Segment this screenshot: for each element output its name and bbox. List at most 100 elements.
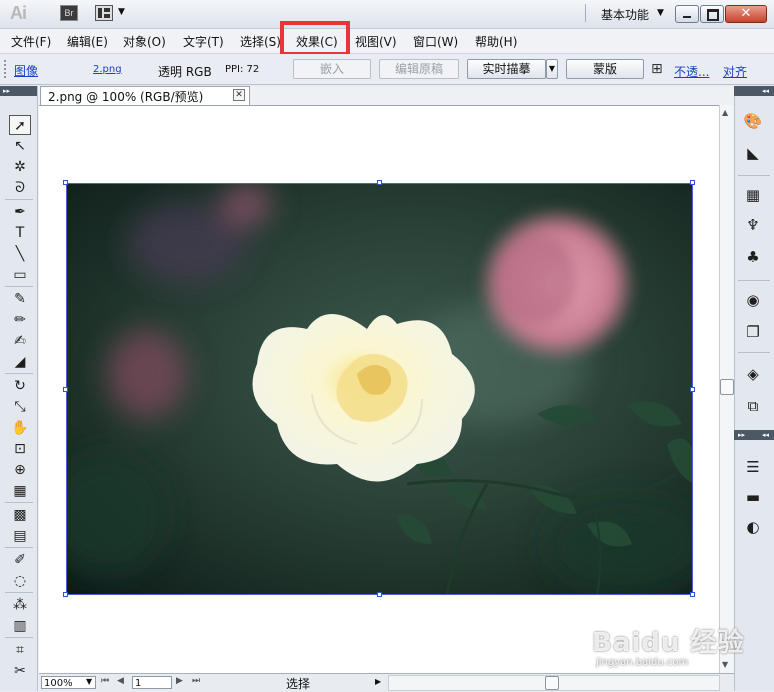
- type-tool-icon[interactable]: T: [9, 223, 31, 243]
- close-tab-icon[interactable]: ✕: [233, 89, 245, 101]
- paintbrush-tool-icon[interactable]: ✎: [9, 289, 31, 309]
- ppi-label: PPI: 72: [225, 64, 260, 75]
- scale-tool-icon[interactable]: ⤡: [9, 397, 31, 417]
- edit-original-button[interactable]: 编辑原稿: [379, 59, 459, 79]
- embed-button[interactable]: 嵌入: [293, 59, 371, 79]
- rectangle-tool-icon[interactable]: ▭: [9, 265, 31, 285]
- symbol-sprayer-tool-icon[interactable]: ⁂: [9, 595, 31, 615]
- bridge-button[interactable]: Br: [60, 5, 78, 21]
- gradient-tool-icon[interactable]: ▤: [9, 526, 31, 546]
- gradient-panel-icon[interactable]: ▬: [742, 486, 764, 508]
- symbols-panel-icon[interactable]: ♣: [742, 246, 764, 268]
- brushes-panel-icon[interactable]: ♆: [742, 214, 764, 236]
- column-graph-tool-icon[interactable]: ▥: [9, 616, 31, 636]
- selection-handle[interactable]: [690, 180, 695, 185]
- menu-help[interactable]: 帮助(H): [475, 33, 517, 50]
- minimize-button[interactable]: [675, 5, 699, 23]
- panel-grip-icon[interactable]: [4, 60, 10, 78]
- blend-tool-icon[interactable]: ◌: [9, 571, 31, 591]
- menu-type[interactable]: 文字(T): [183, 33, 224, 50]
- selection-handle[interactable]: [377, 592, 382, 597]
- selection-handle[interactable]: [63, 180, 68, 185]
- pen-tool-icon[interactable]: ✒: [9, 202, 31, 222]
- artboard-tool-icon[interactable]: ⌗: [9, 640, 31, 660]
- selection-handle[interactable]: [63, 387, 68, 392]
- swatches-panel-icon[interactable]: ▦: [742, 184, 764, 206]
- status-menu-icon[interactable]: ▶: [375, 677, 381, 686]
- selection-handle[interactable]: [690, 592, 695, 597]
- maximize-button[interactable]: [700, 5, 724, 23]
- vertical-scroll-thumb[interactable]: [720, 379, 734, 395]
- rose-photo: [67, 184, 692, 594]
- dock-header[interactable]: ◂◂: [734, 86, 774, 96]
- color-guide-panel-icon[interactable]: ◣: [742, 142, 764, 164]
- arrange-documents-icon[interactable]: [95, 5, 113, 21]
- last-artboard-icon[interactable]: ⏭: [192, 676, 200, 686]
- artboards-panel-icon[interactable]: ⧉: [742, 395, 764, 417]
- chevron-down-icon[interactable]: ▼: [657, 8, 664, 18]
- menu-select[interactable]: 选择(S): [240, 33, 281, 50]
- eyedropper-tool-icon[interactable]: ✐: [9, 550, 31, 570]
- first-artboard-icon[interactable]: ⏮: [101, 676, 109, 686]
- magic-wand-tool-icon[interactable]: ✲: [9, 157, 31, 177]
- selection-tool-icon[interactable]: ➚: [9, 115, 31, 135]
- chevron-down-icon: ▼: [548, 64, 556, 73]
- opacity-link[interactable]: 不透...: [674, 63, 709, 80]
- object-type-link[interactable]: 图像: [14, 62, 38, 79]
- menu-object[interactable]: 对象(O): [123, 33, 166, 50]
- close-window-button[interactable]: ✕: [725, 5, 767, 23]
- slice-tool-icon[interactable]: ✂: [9, 661, 31, 681]
- annotation-highlight-box: [280, 21, 350, 56]
- align-link[interactable]: 对齐: [723, 63, 747, 80]
- mask-button[interactable]: 蒙版: [566, 59, 644, 79]
- workspace-switcher[interactable]: 基本功能: [601, 6, 649, 23]
- live-trace-button[interactable]: 实时描摹: [467, 59, 546, 79]
- status-tool-label[interactable]: 选择: [286, 675, 310, 692]
- lasso-tool-icon[interactable]: ᘐ: [9, 178, 31, 198]
- shape-builder-tool-icon[interactable]: ⊕: [9, 460, 31, 480]
- tool-group-divider: [5, 373, 33, 374]
- chevron-down-icon[interactable]: ▼: [118, 7, 125, 17]
- linked-file-link[interactable]: 2.png: [93, 64, 122, 75]
- selection-handle[interactable]: [690, 387, 695, 392]
- pencil-tool-icon[interactable]: ✏: [9, 310, 31, 330]
- watermark-logo-text: Baidu 经验: [592, 628, 745, 658]
- previous-artboard-icon[interactable]: ◀: [117, 676, 124, 686]
- line-tool-icon[interactable]: ╲: [9, 244, 31, 264]
- document-tab-title[interactable]: 2.png @ 100% (RGB/预览): [48, 88, 203, 105]
- menu-file[interactable]: 文件(F): [11, 33, 51, 50]
- dock-header[interactable]: ▸▸ ◂◂: [734, 430, 774, 440]
- direct-selection-tool-icon[interactable]: ↖: [9, 136, 31, 156]
- transform-icon[interactable]: ⊞: [651, 61, 663, 77]
- collapse-panel-icon[interactable]: ▸▸: [3, 86, 10, 96]
- menu-window[interactable]: 窗口(W): [413, 33, 458, 50]
- panel-group-divider: [738, 280, 770, 281]
- appearance-panel-icon[interactable]: ❐: [742, 321, 764, 343]
- tool-group-divider: [5, 199, 33, 200]
- blob-brush-tool-icon[interactable]: ✍: [9, 331, 31, 351]
- mesh-tool-icon[interactable]: ▩: [9, 505, 31, 525]
- free-transform-tool-icon[interactable]: ⊡: [9, 439, 31, 459]
- color-panel-icon[interactable]: 🎨: [742, 110, 764, 132]
- selection-handle[interactable]: [63, 592, 68, 597]
- trace-options-dropdown[interactable]: ▼: [546, 59, 558, 79]
- selection-handle[interactable]: [377, 180, 382, 185]
- app-logo: Ai: [10, 3, 27, 23]
- menu-edit[interactable]: 编辑(E): [67, 33, 108, 50]
- placed-image[interactable]: [66, 183, 693, 595]
- perspective-grid-tool-icon[interactable]: ▦: [9, 481, 31, 501]
- horizontal-scroll-thumb[interactable]: [545, 676, 559, 690]
- rotate-tool-icon[interactable]: ↻: [9, 376, 31, 396]
- warp-tool-icon[interactable]: ✋: [9, 418, 31, 438]
- layers-panel-icon[interactable]: ◈: [742, 363, 764, 385]
- transparency-panel-icon[interactable]: ◐: [742, 516, 764, 538]
- tool-group-divider: [5, 592, 33, 593]
- stroke-panel-icon[interactable]: ☰: [742, 456, 764, 478]
- next-artboard-icon[interactable]: ▶: [176, 676, 183, 686]
- artboard-number-field[interactable]: 1: [132, 676, 172, 689]
- chevron-down-icon[interactable]: ▼: [86, 677, 92, 686]
- eraser-tool-icon[interactable]: ◢: [9, 352, 31, 372]
- menu-view[interactable]: 视图(V): [355, 33, 397, 50]
- graphic-styles-panel-icon[interactable]: ◉: [742, 289, 764, 311]
- scroll-up-icon[interactable]: ▲: [722, 108, 728, 117]
